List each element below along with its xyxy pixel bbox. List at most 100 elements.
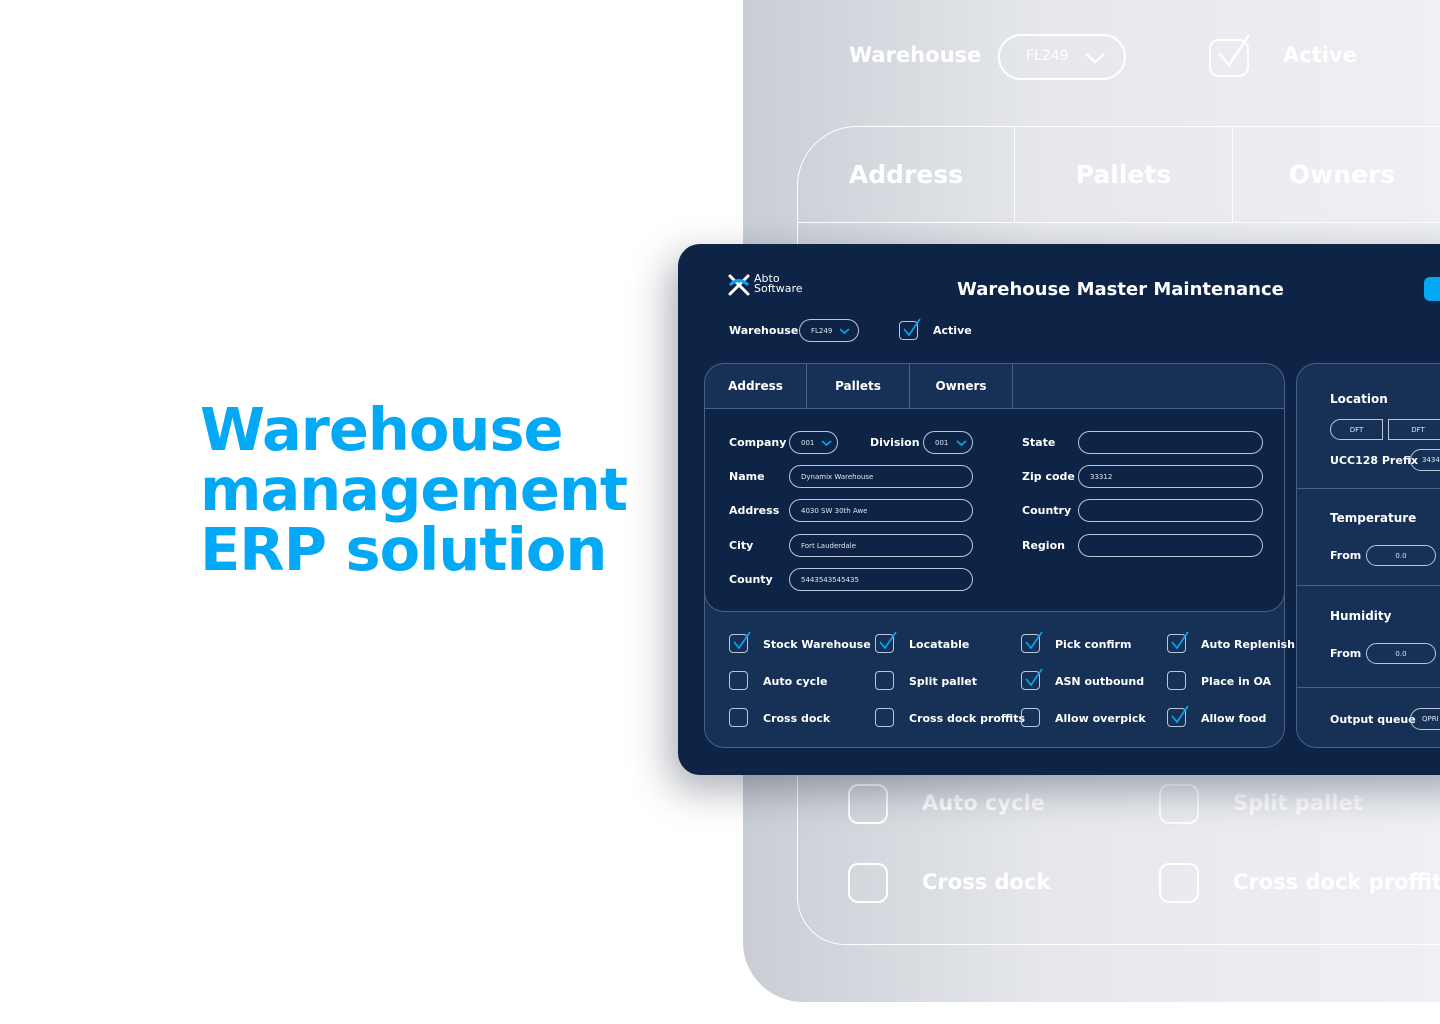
name-field[interactable]: Dynamix Warehouse [789, 465, 973, 488]
chevron-down-icon [839, 328, 850, 335]
ghost-checkbox [1159, 863, 1199, 903]
ghost-checkmark-icon [1218, 34, 1251, 68]
option-checkbox[interactable] [1167, 631, 1189, 653]
ghost-active-label: Active [1283, 43, 1357, 67]
location-button-2[interactable]: DFT [1388, 419, 1440, 440]
option-checkbox-label: Stock Warehouse [763, 638, 871, 651]
option-checkbox[interactable] [729, 671, 748, 690]
ghost-warehouse-label: Warehouse [849, 43, 982, 67]
temperature-from-field[interactable]: 0.0 [1366, 545, 1436, 566]
side-divider [1297, 687, 1440, 688]
page-title: Warehouse Master Maintenance [957, 279, 1284, 300]
side-divider [1297, 488, 1440, 489]
city-label: City [729, 539, 754, 552]
state-field[interactable] [1078, 431, 1263, 454]
company-select[interactable]: 001 [789, 431, 838, 454]
humidity-from-label: From [1330, 647, 1362, 660]
abto-logo-icon [728, 274, 750, 296]
country-field[interactable] [1078, 499, 1263, 522]
output-queue-label: Output queue [1330, 713, 1416, 726]
warehouse-select[interactable]: FL249 [799, 319, 859, 342]
option-checkbox[interactable] [1021, 631, 1043, 653]
option-checkbox[interactable] [875, 671, 894, 690]
county-label: County [729, 573, 773, 586]
region-field[interactable] [1078, 534, 1263, 557]
option-checkbox-label: ASN outbound [1055, 675, 1145, 688]
temperature-label: Temperature [1330, 511, 1417, 525]
option-checkbox[interactable] [1167, 705, 1189, 727]
name-label: Name [729, 470, 765, 483]
user-button[interactable] [1424, 277, 1440, 301]
ghost-checkbox [1159, 784, 1199, 824]
division-select[interactable]: 001 [923, 431, 973, 454]
ghost-cross-dock-proffits-label: Cross dock proffits [1233, 870, 1440, 894]
checkmark-icon [1025, 668, 1043, 687]
company-value: 001 [801, 438, 815, 447]
checkmark-icon [1171, 631, 1189, 650]
city-field[interactable]: Fort Lauderdale [789, 534, 973, 557]
ghost-checkbox [848, 863, 888, 903]
headline-line-1: Warehouse [200, 395, 564, 464]
checkmark-icon [903, 318, 921, 337]
option-checkbox[interactable] [1021, 668, 1043, 690]
ghost-tab-address: Address [798, 127, 1015, 223]
ucc128-prefix-label: UCC128 Prefix [1330, 454, 1419, 467]
option-checkbox[interactable] [729, 708, 748, 727]
option-checkbox-label: Auto Replenish [1201, 638, 1296, 651]
checkmark-icon [1025, 631, 1043, 650]
ghost-checkbox [848, 784, 888, 824]
ghost-tab-owners: Owners [1233, 127, 1440, 223]
location-label: Location [1330, 392, 1388, 406]
logo-text: Abto Software [754, 273, 803, 294]
active-label: Active [933, 324, 972, 337]
option-checkbox-label: Auto cycle [763, 675, 828, 688]
humidity-from-field[interactable]: 0.0 [1366, 643, 1436, 664]
company-label: Company [729, 436, 787, 449]
address-field[interactable]: 4030 SW 30th Awe [789, 499, 973, 522]
option-checkbox-label: Allow overpick [1055, 712, 1146, 725]
tab-pallets[interactable]: Pallets [807, 363, 910, 409]
output-queue-field[interactable]: QPRI [1410, 708, 1440, 730]
option-checkbox[interactable] [875, 631, 897, 653]
state-label: State [1022, 436, 1056, 449]
active-checkbox[interactable] [899, 318, 921, 340]
ghost-tab-pallets: Pallets [1015, 127, 1233, 223]
option-checkbox[interactable] [875, 708, 894, 727]
humidity-label: Humidity [1330, 609, 1392, 623]
option-checkbox[interactable] [1021, 708, 1040, 727]
option-checkbox-label: Place in OA [1201, 675, 1272, 688]
side-divider [1297, 585, 1440, 586]
region-label: Region [1022, 539, 1065, 552]
zip-code-label: Zip code [1022, 470, 1075, 483]
temperature-from-label: From [1330, 549, 1362, 562]
option-checkbox-label: Locatable [909, 638, 970, 651]
ucc128-prefix-field[interactable]: 3434 [1410, 449, 1440, 471]
option-checkbox[interactable] [729, 631, 751, 653]
county-field[interactable]: 5443543545435 [789, 568, 973, 591]
option-checkbox-label: Allow food [1201, 712, 1267, 725]
ghost-active-checkbox [1209, 34, 1251, 77]
tab-owners[interactable]: Owners [910, 363, 1013, 409]
checkmark-icon [1171, 705, 1189, 724]
checkmark-icon [879, 631, 897, 650]
division-label: Division [870, 436, 920, 449]
address-label: Address [729, 504, 780, 517]
ghost-split-pallet-label: Split pallet [1233, 791, 1363, 815]
tab-address[interactable]: Address [705, 363, 807, 409]
ghost-auto-cycle-label: Auto cycle [922, 791, 1046, 815]
zip-code-field[interactable]: 33312 [1078, 465, 1263, 488]
chevron-down-icon [956, 440, 967, 447]
option-checkbox-label: Cross dock [763, 712, 831, 725]
headline: Warehouse management ERP solution [200, 395, 628, 584]
headline-line-2: management [200, 455, 628, 524]
warehouse-label: Warehouse [729, 324, 799, 337]
option-checkbox-label: Split pallet [909, 675, 977, 688]
ghost-cross-dock-label: Cross dock [922, 870, 1051, 894]
ghost-warehouse-value: FL249 [1026, 48, 1069, 64]
location-button-1[interactable]: DFT [1330, 419, 1383, 440]
checkmark-icon [733, 631, 751, 650]
ghost-chevron-down-icon [1085, 53, 1105, 64]
chevron-down-icon [821, 440, 832, 447]
headline-line-3: ERP solution [200, 515, 607, 584]
option-checkbox[interactable] [1167, 671, 1186, 690]
